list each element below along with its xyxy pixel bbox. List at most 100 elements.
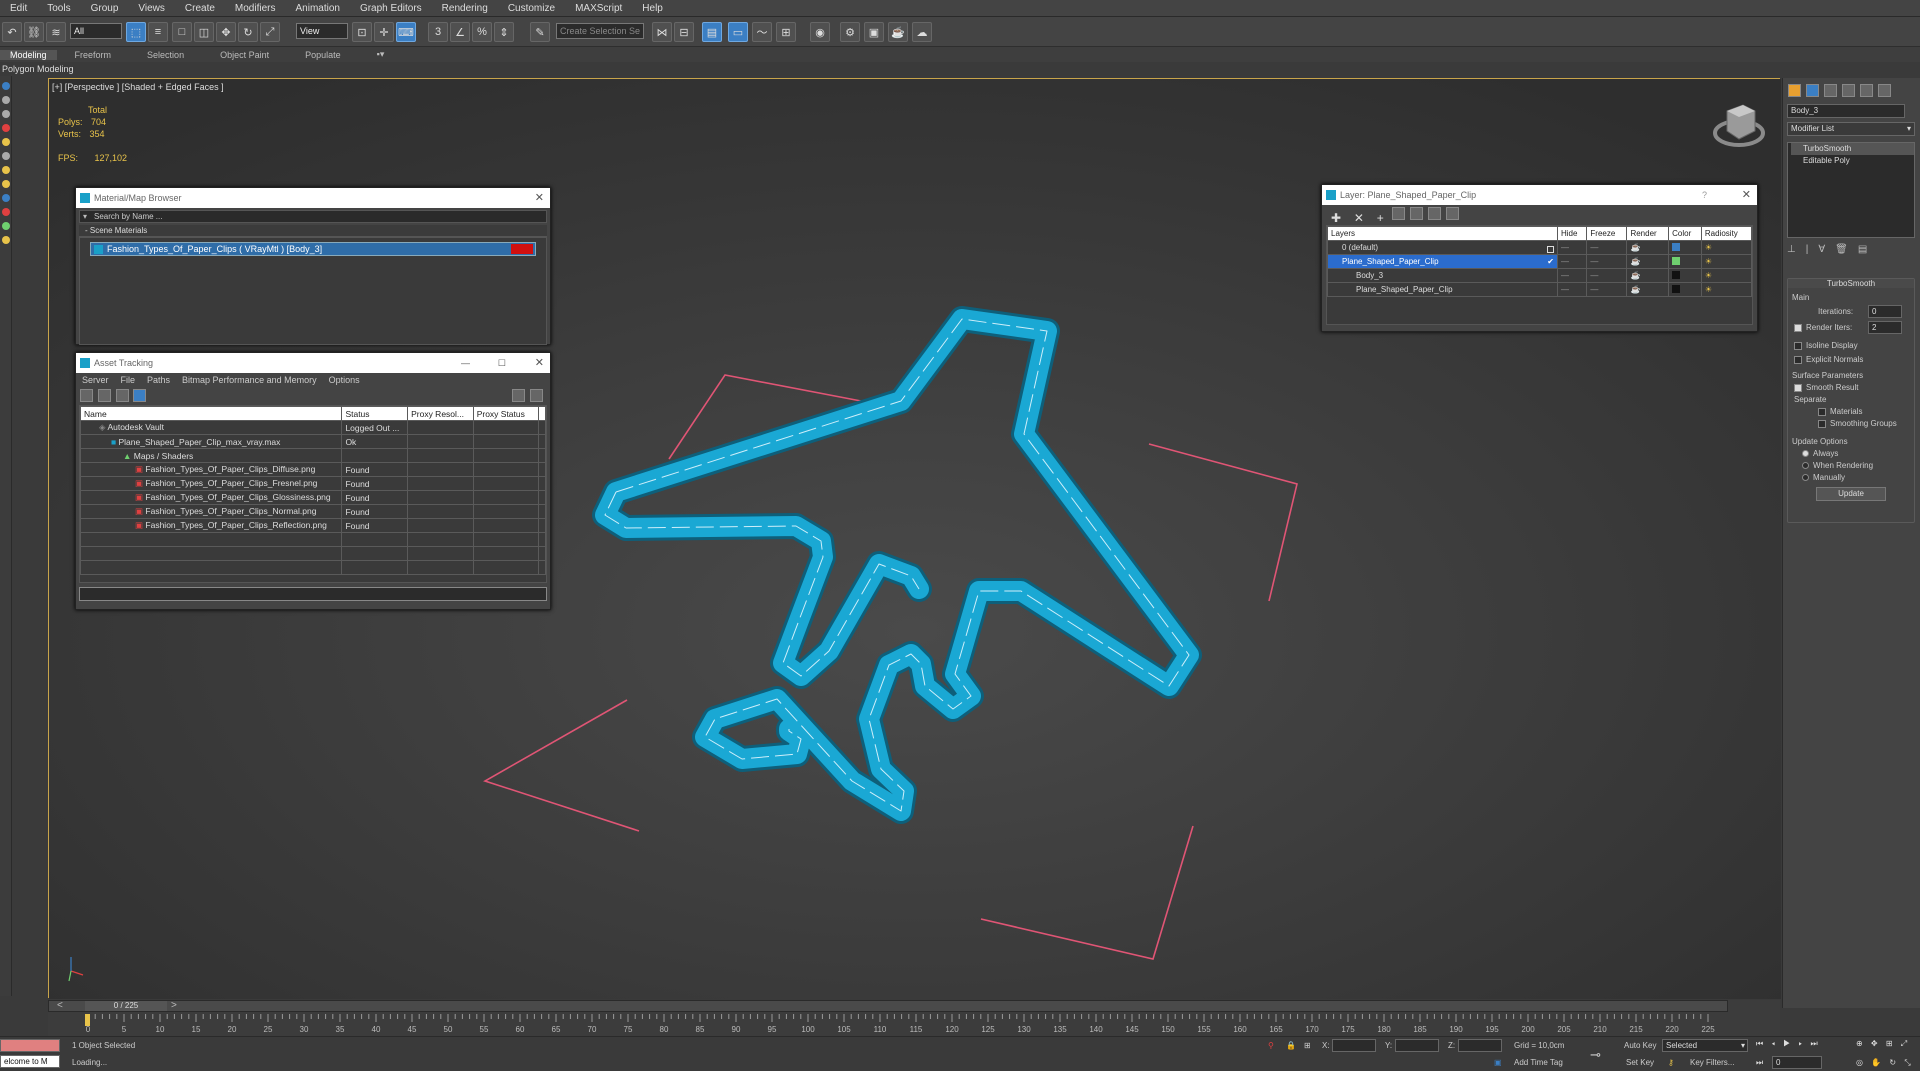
menu-server[interactable]: Server — [76, 375, 115, 385]
ribbon-options-icon[interactable]: ▪▾ — [359, 49, 403, 60]
selection-filter-dropdown[interactable]: All — [70, 23, 122, 39]
menu-rendering[interactable]: Rendering — [432, 3, 498, 14]
viewport-label[interactable]: [+] [Perspective ] [Shaded + Edged Faces… — [52, 82, 224, 92]
modify-tab-icon[interactable] — [1806, 84, 1819, 97]
col-hide[interactable]: Hide — [1556, 226, 1588, 241]
isolate-selection-icon[interactable]: ⚲ — [1268, 1041, 1274, 1050]
tool-icon[interactable] — [2, 82, 10, 90]
material-item[interactable]: Fashion_Types_Of_Paper_Clips ( VRayMtl )… — [90, 242, 536, 256]
always-row[interactable]: Always — [1802, 449, 1838, 458]
menu-maxscript[interactable]: MAXScript — [565, 3, 632, 14]
when-rendering-row[interactable]: When Rendering — [1802, 461, 1873, 470]
radiosity-icon[interactable]: ☀ — [1700, 282, 1753, 297]
remove-modifier-icon[interactable]: 🗑 — [1835, 244, 1848, 255]
tab-populate[interactable]: Populate — [287, 50, 359, 60]
layer-color-swatch[interactable] — [1672, 270, 1681, 279]
explicit-normals-row[interactable]: Explicit Normals — [1794, 355, 1863, 364]
menu-views[interactable]: Views — [128, 3, 175, 14]
layer-color-swatch[interactable] — [1672, 284, 1681, 293]
hide-toggle[interactable]: — — [1556, 240, 1588, 255]
ribbon-polygon-modeling[interactable]: Polygon Modeling — [0, 62, 1920, 76]
col-freeze[interactable]: Freeze — [1586, 226, 1628, 241]
tool-icon[interactable] — [2, 96, 10, 104]
x-coord-field[interactable] — [1332, 1039, 1376, 1052]
col-radiosity[interactable]: Radiosity — [1700, 226, 1753, 241]
hierarchy-tab-icon[interactable] — [1824, 84, 1837, 97]
layer-row[interactable]: Plane_Shaped_Paper_Clip ✔ — — ☕ ☀ — [1327, 254, 1753, 269]
table-row[interactable]: ▣ Fashion_Types_Of_Paper_Clips_Reflectio… — [80, 518, 546, 533]
timeline-ruler[interactable]: 0 5 10 15 20 25 30 35 40 45 50 55 60 65 70 75 80 85 90 95 10… — [48, 1014, 1728, 1036]
refresh-icon[interactable] — [80, 389, 93, 402]
schematic-view-icon[interactable]: ⊞ — [776, 22, 796, 42]
menu-options[interactable]: Options — [323, 375, 366, 385]
col-proxy-resolution[interactable]: Proxy Resol... — [407, 406, 474, 421]
material-browser-titlebar[interactable]: Material/Map Browser ✕ — [76, 188, 550, 208]
table-row[interactable]: ▲ Maps / Shaders — [80, 448, 546, 463]
freeze-toggle[interactable]: — — [1586, 240, 1628, 255]
rect-selection-icon[interactable]: □ — [172, 22, 192, 42]
isoline-checkbox[interactable] — [1794, 341, 1802, 350]
radiosity-icon[interactable]: ☀ — [1700, 240, 1753, 255]
undo-icon[interactable]: ↶ — [2, 22, 22, 42]
named-selection-set-field[interactable]: Create Selection Se — [556, 23, 644, 39]
menu-paths[interactable]: Paths — [141, 375, 176, 385]
render-iters-spinner[interactable]: 2 — [1868, 321, 1902, 334]
link-icon[interactable]: ⛓ — [24, 22, 44, 42]
table-row[interactable]: ■ Plane_Shaped_Paper_Clip_max_vray.max Ok — [80, 434, 546, 449]
keyboard-shortcut-override-icon[interactable]: ⌨ — [396, 22, 416, 42]
tab-freeform[interactable]: Freeform — [57, 50, 130, 60]
always-radio[interactable] — [1802, 450, 1809, 458]
tool-icon[interactable] — [2, 236, 10, 244]
menu-graph-editors[interactable]: Graph Editors — [350, 3, 432, 14]
add-time-tag[interactable]: Add Time Tag — [1514, 1058, 1563, 1067]
tool-icon[interactable] — [2, 222, 10, 230]
create-layer-icon[interactable]: ✚ — [1331, 211, 1341, 225]
table-view-icon[interactable] — [115, 389, 129, 402]
toggle-ribbon-icon[interactable]: ▭ — [728, 22, 748, 42]
percent-snap-icon[interactable]: % — [472, 22, 492, 42]
col-name[interactable]: Name — [80, 406, 343, 421]
select-move-icon[interactable]: ✥ — [216, 22, 236, 42]
add-to-layer-icon[interactable]: + — [1377, 211, 1384, 225]
hide-all-icon[interactable] — [1428, 207, 1442, 220]
edit-named-selection-icon[interactable]: ✎ — [530, 22, 550, 42]
material-search-input[interactable]: ▾ Search by Name ... — [79, 210, 547, 223]
key-mode-toggle-icon[interactable]: ⏭ — [1756, 1058, 1763, 1068]
curve-editor-icon[interactable]: 〜 — [752, 22, 772, 42]
set-key-icon[interactable]: ⚷ — [1668, 1058, 1674, 1067]
tool-icon[interactable] — [2, 166, 10, 174]
layer-explorer-icon[interactable]: ▤ — [702, 22, 722, 42]
layer-help-icon[interactable]: ? — [1702, 185, 1707, 205]
settings-icon[interactable] — [530, 389, 543, 402]
explicit-normals-checkbox[interactable] — [1794, 355, 1802, 364]
table-row[interactable]: ▣ Fashion_Types_Of_Paper_Clips_Glossines… — [80, 490, 546, 505]
current-frame-field[interactable]: 0 — [1772, 1056, 1822, 1069]
mirror-icon[interactable]: ⋈ — [652, 22, 672, 42]
tool-icon[interactable] — [2, 194, 10, 202]
z-coord-field[interactable] — [1458, 1039, 1502, 1052]
spinner-snap-icon[interactable]: ⇕ — [494, 22, 514, 42]
freeze-toggle[interactable]: — — [1586, 268, 1628, 283]
render-in-cloud-icon[interactable]: ☁ — [912, 22, 932, 42]
tool-icon[interactable] — [2, 152, 10, 160]
display-tab-icon[interactable] — [1860, 84, 1873, 97]
materials-row[interactable]: Materials — [1818, 407, 1862, 416]
menu-create[interactable]: Create — [175, 3, 225, 14]
snaps-toggle-icon[interactable]: 3 — [428, 22, 448, 42]
pin-stack-icon[interactable]: ⊥ — [1787, 244, 1796, 255]
close-icon[interactable]: ✕ — [535, 188, 544, 208]
viewport-nav-controls-2[interactable]: ◎ ✋ ↻ ⤡ — [1856, 1058, 1914, 1068]
prev-frame-icon[interactable]: < — [57, 1000, 63, 1011]
col-render[interactable]: Render — [1626, 226, 1670, 241]
key-filters-button[interactable]: Key Filters... — [1690, 1058, 1734, 1067]
render-teapot-icon[interactable]: ☕ — [1626, 240, 1670, 255]
close-icon[interactable]: ✕ — [535, 353, 544, 373]
selection-lock-icon[interactable]: 🔒 — [1286, 1041, 1296, 1050]
close-icon[interactable]: ✕ — [1742, 185, 1751, 205]
stack-item-turbosmooth[interactable]: TurboSmooth — [1791, 143, 1914, 155]
select-object-icon[interactable]: ⬚ — [126, 22, 146, 42]
radiosity-icon[interactable]: ☀ — [1700, 254, 1753, 269]
menu-tools[interactable]: Tools — [37, 3, 80, 14]
manually-radio[interactable] — [1802, 474, 1809, 482]
when-rendering-radio[interactable] — [1802, 462, 1809, 470]
